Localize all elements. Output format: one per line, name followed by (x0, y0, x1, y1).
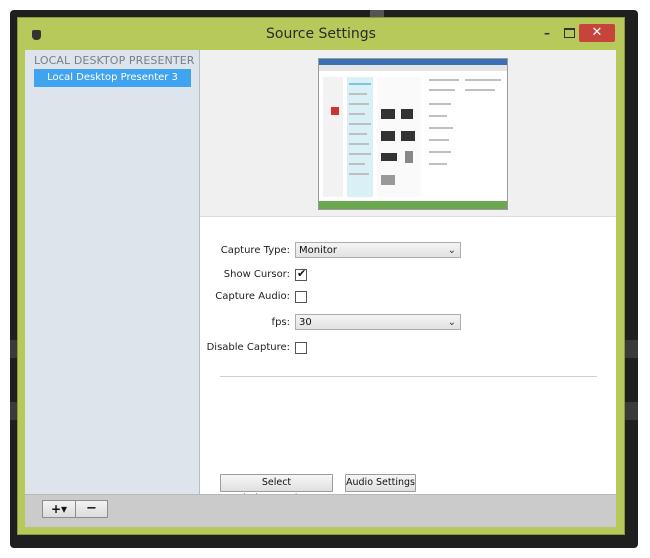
desktop-preview-thumbnail (318, 58, 508, 210)
preview-line (349, 103, 369, 105)
preview-line (429, 89, 455, 91)
sources-sidebar: LOCAL DESKTOP PRESENTER Local Desktop Pr… (25, 50, 200, 494)
bottom-toolbar: +▾ − (25, 494, 616, 527)
preview-product (381, 131, 395, 141)
preview-line (429, 103, 451, 105)
show-cursor-checkbox[interactable]: ✔ (295, 267, 307, 281)
preview-line (349, 123, 371, 125)
preview-line (349, 153, 371, 155)
preview-line (349, 83, 371, 85)
preview-product (331, 107, 339, 115)
preview-column (347, 77, 373, 197)
sidebar-item-local-desktop-presenter-3[interactable]: Local Desktop Presenter 3 (34, 69, 191, 87)
maximize-button[interactable] (560, 24, 578, 42)
preview-product (401, 131, 415, 141)
preview-area (200, 50, 616, 217)
preview-product (405, 151, 413, 163)
add-remove-control: +▾ − (42, 500, 108, 518)
preview-product (381, 109, 395, 119)
fps-select[interactable]: 30 ⌄ (295, 314, 461, 330)
capture-type-label: Capture Type: (220, 245, 290, 256)
preview-line (465, 89, 495, 91)
preview-line (429, 139, 449, 141)
preview-line (429, 151, 451, 153)
capture-audio-checkbox[interactable] (295, 291, 307, 303)
audio-settings-button[interactable]: Audio Settings (345, 474, 416, 492)
fps-value: 30 (299, 317, 312, 328)
preview-line (349, 133, 367, 135)
chevron-down-icon: ⌄ (447, 317, 456, 328)
capture-type-value: Monitor (299, 245, 338, 256)
preview-product (401, 109, 413, 119)
show-cursor-label: Show Cursor: (223, 269, 290, 280)
add-source-button[interactable]: +▾ (43, 501, 75, 517)
capture-type-select[interactable]: Monitor ⌄ (295, 242, 461, 258)
source-settings-window: Source Settings – ✕ LOCAL DESKTOP PRESEN… (17, 17, 625, 535)
preview-line (349, 113, 365, 115)
maximize-icon (563, 28, 575, 38)
preview-line (465, 79, 501, 81)
settings-panel: Capture Type: Monitor ⌄ Show Cursor: ✔ C… (200, 50, 616, 504)
select-window-monitor-button[interactable]: Select Window/Monitor... (220, 474, 333, 504)
checkmark-icon: ✔ (297, 267, 307, 280)
fps-label: fps: (271, 317, 290, 328)
preview-column (323, 77, 343, 197)
preview-product (381, 153, 397, 161)
preview-product (381, 175, 395, 185)
preview-line (429, 127, 453, 129)
window-client-area: LOCAL DESKTOP PRESENTER Local Desktop Pr… (25, 50, 616, 527)
preview-line (429, 79, 459, 81)
preview-line (349, 163, 365, 165)
disable-capture-label: Disable Capture: (206, 342, 290, 353)
preview-line (429, 163, 447, 165)
preview-line (349, 93, 367, 95)
preview-line (429, 115, 447, 117)
preview-line (349, 143, 369, 145)
remove-source-button[interactable]: − (76, 501, 107, 517)
title-bar[interactable]: Source Settings – ✕ (18, 18, 624, 50)
capture-audio-label: Capture Audio: (215, 291, 290, 302)
close-button[interactable]: ✕ (579, 24, 615, 42)
disable-capture-checkbox[interactable] (295, 342, 307, 354)
preview-line (349, 173, 369, 175)
window-title: Source Settings (266, 26, 376, 42)
sidebar-header: LOCAL DESKTOP PRESENTER (34, 54, 195, 67)
divider (220, 376, 597, 377)
preview-taskbar (319, 201, 507, 209)
chevron-down-icon: ⌄ (447, 245, 456, 256)
minimize-button[interactable]: – (538, 24, 556, 42)
